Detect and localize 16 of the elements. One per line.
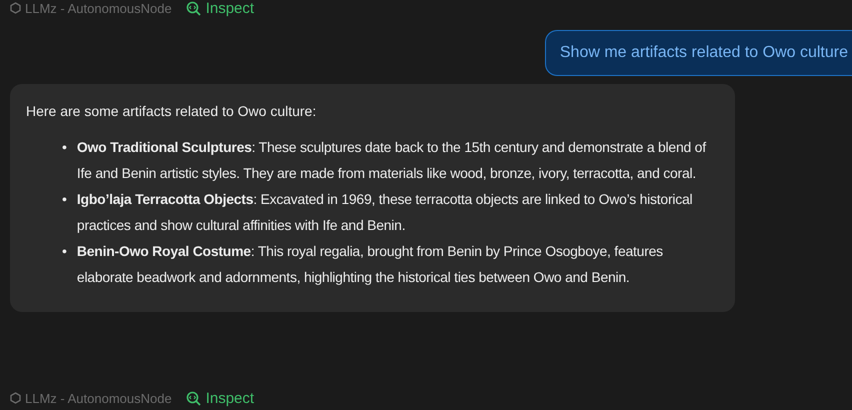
hexagon-icon [10,392,21,404]
hexagon-icon [10,2,21,14]
inspect-link[interactable]: Inspect [186,0,254,16]
node-label: LLMz - AutonomousNode [25,390,172,406]
bullet: • [62,138,67,157]
inspect-link[interactable]: Inspect [186,390,254,406]
bullet: • [62,242,67,261]
list-item: Owo Traditional Sculptures: These sculptures date back to the 15th century and demonstrate a blend of Ife and Benin artistic styles. They are made from materials like wood, bronze, ivory, terracotta, and coral. [76,138,708,183]
message-intro: Here are some artifacts related to Owo culture: [26,102,318,121]
node-label: LLMz - AutonomousNode [25,0,172,16]
list-item: Igbo’laja Terracotta Objects: Excavated in 1969, these terracotta objects are linked to Owo’s historical practices and show cultural affinities with Ife and Benin. [76,190,694,235]
user-message: Show me artifacts related to Owo culture [544,30,852,76]
bullet: • [62,190,67,209]
search-icon [186,0,201,16]
list-item: Benin-Owo Royal Costume: This royal regalia, brought from Benin by Prince Osogboye, features elaborate beadwork and adornments, highlighting the historical ties between Owo and Benin. [76,242,664,287]
search-icon [186,390,201,406]
